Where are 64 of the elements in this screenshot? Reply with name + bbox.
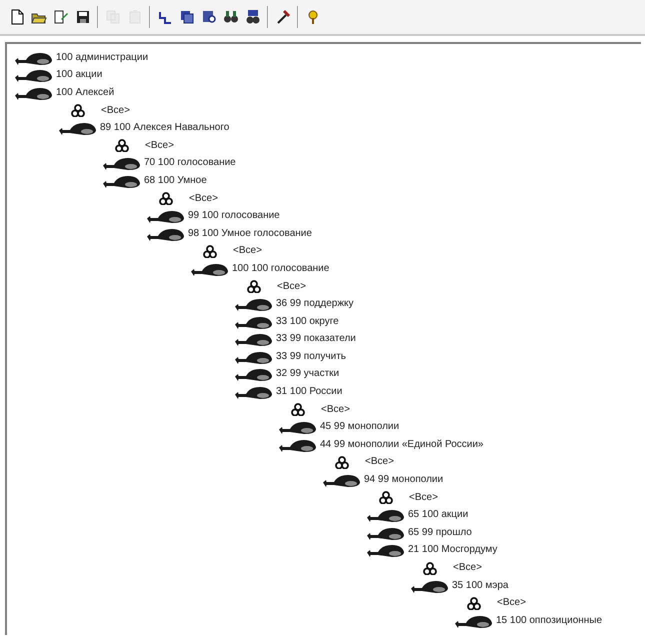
hammer-icon (275, 9, 291, 25)
group-label: <Все> (453, 563, 482, 574)
whale-icon (58, 120, 97, 136)
group-label: <Все> (189, 194, 218, 204)
term-label: 89 100 Алексея Навального (100, 123, 230, 134)
rings-icon (467, 596, 481, 610)
whale-icon (234, 366, 273, 382)
term-label: 33 99 показатели (276, 334, 356, 344)
term-label: 33 99 получить (276, 352, 346, 362)
group-label: <Все> (101, 106, 130, 116)
term-label: 99 100 голосование (188, 211, 280, 222)
group-label: <Все> (145, 140, 174, 151)
term-label: 70 100 голосование (144, 158, 236, 168)
whale-icon (234, 331, 273, 348)
whale-icon (234, 384, 273, 400)
group-label: <Все> (321, 404, 350, 415)
term-label: 31 100 России (276, 387, 342, 398)
group-label: <Все> (497, 598, 526, 608)
group-label: <Все> (233, 246, 262, 256)
term-label: 100 администрации (56, 52, 148, 63)
term-label: 98 100 Умное голосование (188, 228, 312, 239)
group-label: <Все> (277, 282, 306, 292)
rings-icon (115, 139, 129, 152)
group-label: <Все> (409, 492, 438, 503)
term-label: 68 100 Умное (144, 176, 207, 186)
tree-branch-icon (157, 9, 173, 25)
rings-icon (423, 562, 437, 575)
whale-icon (14, 67, 53, 84)
term-label: 100 Алексей (56, 88, 114, 98)
whale-icon (366, 507, 405, 524)
edit-document-icon (53, 9, 69, 25)
save-icon (75, 9, 91, 25)
term-label: 36 99 поддержку (276, 299, 354, 310)
term-label: 100 акции (56, 70, 102, 80)
whale-icon (366, 542, 405, 558)
term-label: 100 100 голосование (232, 264, 330, 274)
term-label: 65 100 акции (408, 510, 468, 520)
term-label: 45 99 монополии (320, 422, 400, 432)
whale-icon (278, 419, 317, 436)
stacked-pages-icon (179, 9, 195, 25)
whale-icon (234, 296, 273, 312)
rings-icon (247, 280, 261, 294)
new-file-icon (9, 9, 25, 25)
term-label: 94 99 монополии (364, 475, 444, 486)
rings-icon (379, 491, 393, 504)
binoculars-icon (223, 9, 239, 25)
term-label: 32 99 участки (276, 369, 340, 380)
rings-icon (291, 403, 305, 416)
group-label: <Все> (365, 457, 394, 468)
whale-icon (102, 155, 141, 172)
term-label: 35 100 мэра (452, 580, 508, 591)
rings-icon (71, 104, 85, 118)
term-label: 15 100 оппозиционные (496, 616, 602, 626)
whale-icon (322, 472, 361, 488)
term-label: 44 99 монополии «Единой России» (320, 440, 484, 450)
page-search-icon (201, 9, 217, 25)
whale-icon (146, 208, 185, 224)
rings-icon (159, 192, 173, 206)
binoculars-page-icon (245, 9, 261, 25)
term-label: 33 100 округе (276, 316, 339, 327)
rings-icon (203, 244, 217, 258)
term-label: 21 100 Мосгордуму (408, 545, 498, 556)
rings-icon (335, 456, 349, 469)
term-label: 65 99 прошло (408, 528, 472, 538)
